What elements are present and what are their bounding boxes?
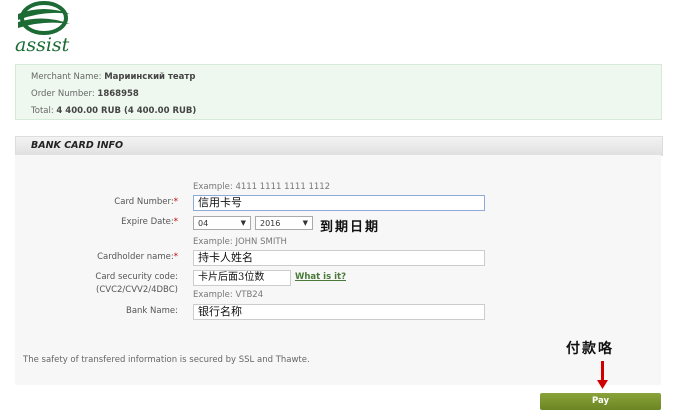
bank-example: Example: VTB24 (193, 290, 264, 300)
cvc-label: Card security code: (95, 272, 178, 282)
section-title: BANK CARD INFO (15, 136, 663, 156)
pay-button[interactable]: Pay (540, 393, 661, 410)
total-label: Total: (31, 106, 54, 116)
merchant-label: Merchant Name: (31, 72, 102, 82)
logo-text: assist (15, 34, 70, 56)
pay-note: 付款咯 (566, 341, 614, 357)
holder-example: Example: JOHN SMITH (193, 237, 287, 247)
arrow-down-icon (596, 361, 609, 389)
what-is-it-link[interactable]: What is it? (295, 272, 346, 282)
order-info: Merchant Name: Мариинский театр Order Nu… (15, 64, 662, 120)
bank-name-input[interactable]: 银行名称 (193, 304, 485, 320)
cardholder-label: Cardholder name:* (97, 252, 178, 262)
chevron-down-icon: ▼ (240, 219, 246, 227)
expire-note: 到期日期 (320, 220, 381, 235)
card-number-input[interactable]: 信用卡号 (193, 195, 485, 211)
cardholder-input[interactable]: 持卡人姓名 (193, 250, 485, 266)
card-example: Example: 4111 1111 1111 1112 (193, 182, 331, 192)
cvc-label-2: (CVC2/CVV2/4DBC) (96, 285, 178, 295)
form-panel (15, 155, 661, 385)
expire-month-select[interactable]: 04 ▼ (193, 216, 251, 230)
merchant-name: Мариинский театр (104, 72, 196, 82)
total-amount: 4 400.00 RUB (4 400.00 RUB) (56, 106, 197, 116)
bank-name-label: Bank Name: (126, 306, 178, 316)
expire-year-select[interactable]: 2016 ▼ (255, 216, 313, 230)
security-note: The safety of transfered information is … (23, 355, 310, 365)
expire-date-label: Expire Date:* (121, 217, 178, 227)
cvc-input[interactable]: 卡片后面3位数 (193, 270, 291, 286)
chevron-down-icon: ▼ (302, 219, 308, 227)
order-label: Order Number: (31, 89, 95, 99)
card-number-label: Card Number:* (114, 197, 178, 207)
order-number: 1868958 (97, 89, 139, 99)
